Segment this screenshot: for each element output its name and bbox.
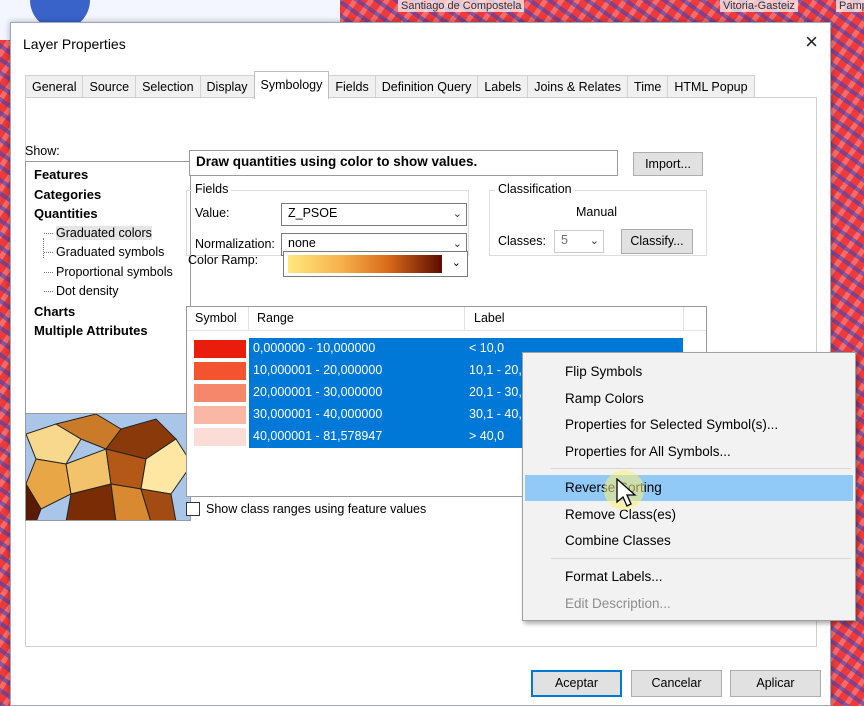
classes-count-value: 5 — [561, 233, 568, 247]
normalization-selected: none — [288, 236, 316, 250]
renderer-description: Draw quantities using color to show valu… — [189, 150, 618, 176]
tab-definition-query[interactable]: Definition Query — [374, 75, 479, 99]
tab-html-popup[interactable]: HTML Popup — [667, 75, 755, 99]
tree-item-multiple-attributes[interactable]: Multiple Attributes — [34, 321, 190, 341]
tab-display[interactable]: Display — [199, 75, 255, 99]
class-range: 30,000001 - 40,000000 — [253, 407, 383, 421]
value-field-selected: Z_PSOE — [288, 206, 338, 220]
classification-method: Manual — [576, 205, 617, 219]
close-icon[interactable]: × — [805, 29, 818, 55]
color-ramp-swatch — [288, 255, 442, 273]
chevron-down-icon: ⌄ — [589, 235, 599, 247]
class-color-swatch[interactable] — [194, 384, 246, 402]
class-range: 20,000001 - 30,000000 — [253, 385, 383, 399]
tab-source[interactable]: Source — [82, 75, 137, 99]
class-range: 40,000001 - 81,578947 — [253, 429, 383, 443]
tree-item-charts[interactable]: Charts — [34, 302, 190, 322]
tab-time[interactable]: Time — [627, 75, 669, 99]
class-label: 30,1 - 40, — [469, 407, 522, 421]
class-color-swatch[interactable] — [194, 428, 246, 446]
value-label: Value: — [195, 206, 230, 220]
renderer-preview-image — [25, 413, 191, 521]
class-label: 10,1 - 20, — [469, 363, 522, 377]
tree-item-categories[interactable]: Categories — [34, 185, 190, 205]
classification-group-title: Classification — [495, 182, 575, 196]
tab-selection[interactable]: Selection — [135, 75, 201, 99]
tab-symbology[interactable]: Symbology — [253, 71, 330, 99]
column-header-label[interactable]: Label — [474, 311, 505, 325]
symbol-context-menu: Flip Symbols Ramp Colors Properties for … — [522, 352, 856, 621]
chevron-down-icon: ⌄ — [451, 257, 461, 269]
classify-button[interactable]: Classify... — [621, 229, 693, 254]
menu-item-combine-classes[interactable]: Combine Classes — [525, 528, 853, 554]
class-label: > 40,0 — [469, 429, 505, 443]
normalization-label: Normalization: — [195, 237, 275, 251]
menu-item-format-labels[interactable]: Format Labels... — [525, 564, 853, 590]
classes-label: Classes: — [498, 234, 546, 248]
class-color-swatch[interactable] — [194, 340, 246, 358]
class-range: 10,000001 - 20,000000 — [253, 363, 383, 377]
menu-item-edit-description: Edit Description... — [565, 596, 671, 611]
menu-separator — [551, 558, 851, 559]
map-label: Santiago de Compostela — [398, 0, 525, 12]
show-class-ranges-label: Show class ranges using feature values — [206, 502, 427, 516]
menu-item-properties-selected-symbols[interactable]: Properties for Selected Symbol(s)... — [525, 412, 853, 438]
menu-item-ramp-colors[interactable]: Ramp Colors — [525, 386, 853, 412]
map-label: Vitoria-Gasteiz — [720, 0, 798, 12]
map-label: Pamp — [836, 0, 864, 12]
table-header: Symbol Range Label — [187, 307, 706, 331]
classes-count-select[interactable]: 5 ⌄ — [554, 230, 604, 253]
tree-item-proportional-symbols[interactable]: Proportional symbols — [34, 263, 190, 283]
chevron-down-icon: ⌄ — [452, 208, 462, 220]
menu-item-flip-symbols[interactable]: Flip Symbols — [525, 359, 853, 385]
tree-item-dot-density[interactable]: Dot density — [34, 282, 190, 302]
tab-joins-relates[interactable]: Joins & Relates — [527, 75, 629, 99]
tab-fields[interactable]: Fields — [328, 75, 376, 99]
tab-labels[interactable]: Labels — [477, 75, 529, 99]
tree-item-quantities[interactable]: Quantities — [34, 204, 190, 224]
menu-item-remove-classes[interactable]: Remove Class(es) — [525, 502, 853, 528]
import-button[interactable]: Import... — [633, 152, 703, 176]
column-header-range[interactable]: Range — [257, 311, 294, 325]
class-color-swatch[interactable] — [194, 362, 246, 380]
tab-general[interactable]: General — [25, 75, 84, 99]
class-range: 0,000000 - 10,000000 — [253, 341, 376, 355]
ok-button[interactable]: Aceptar — [531, 670, 622, 697]
mouse-pointer-icon — [616, 478, 637, 507]
show-label: Show: — [25, 144, 60, 158]
class-color-swatch[interactable] — [194, 406, 246, 424]
show-class-ranges-checkbox[interactable] — [186, 502, 200, 516]
renderer-tree: Features Categories Quantities Graduated… — [25, 161, 191, 431]
cancel-button[interactable]: Cancelar — [631, 670, 722, 697]
color-ramp-label: Color Ramp: — [188, 253, 259, 267]
value-field-select[interactable]: Z_PSOE ⌄ — [281, 203, 467, 226]
tree-item-features[interactable]: Features — [34, 165, 190, 185]
column-header-symbol[interactable]: Symbol — [195, 311, 237, 325]
menu-separator — [551, 468, 851, 469]
apply-button[interactable]: Aplicar — [730, 670, 821, 697]
class-label: < 10,0 — [469, 341, 505, 355]
chevron-down-icon: ⌄ — [452, 238, 462, 250]
tree-item-graduated-symbols[interactable]: Graduated symbols — [34, 243, 190, 263]
tree-item-graduated-colors[interactable]: Graduated colors — [34, 224, 190, 244]
class-label: 20,1 - 30, — [469, 385, 522, 399]
dialog-title: Layer Properties — [23, 36, 126, 52]
tab-strip: General Source Selection Display Symbolo… — [25, 71, 755, 99]
fields-group-title: Fields — [192, 182, 232, 196]
menu-item-reverse-sorting[interactable]: Reverse Sorting — [525, 475, 853, 501]
menu-item-properties-all-symbols[interactable]: Properties for All Symbols... — [525, 439, 853, 465]
color-ramp-select[interactable]: ⌄ — [283, 251, 468, 277]
